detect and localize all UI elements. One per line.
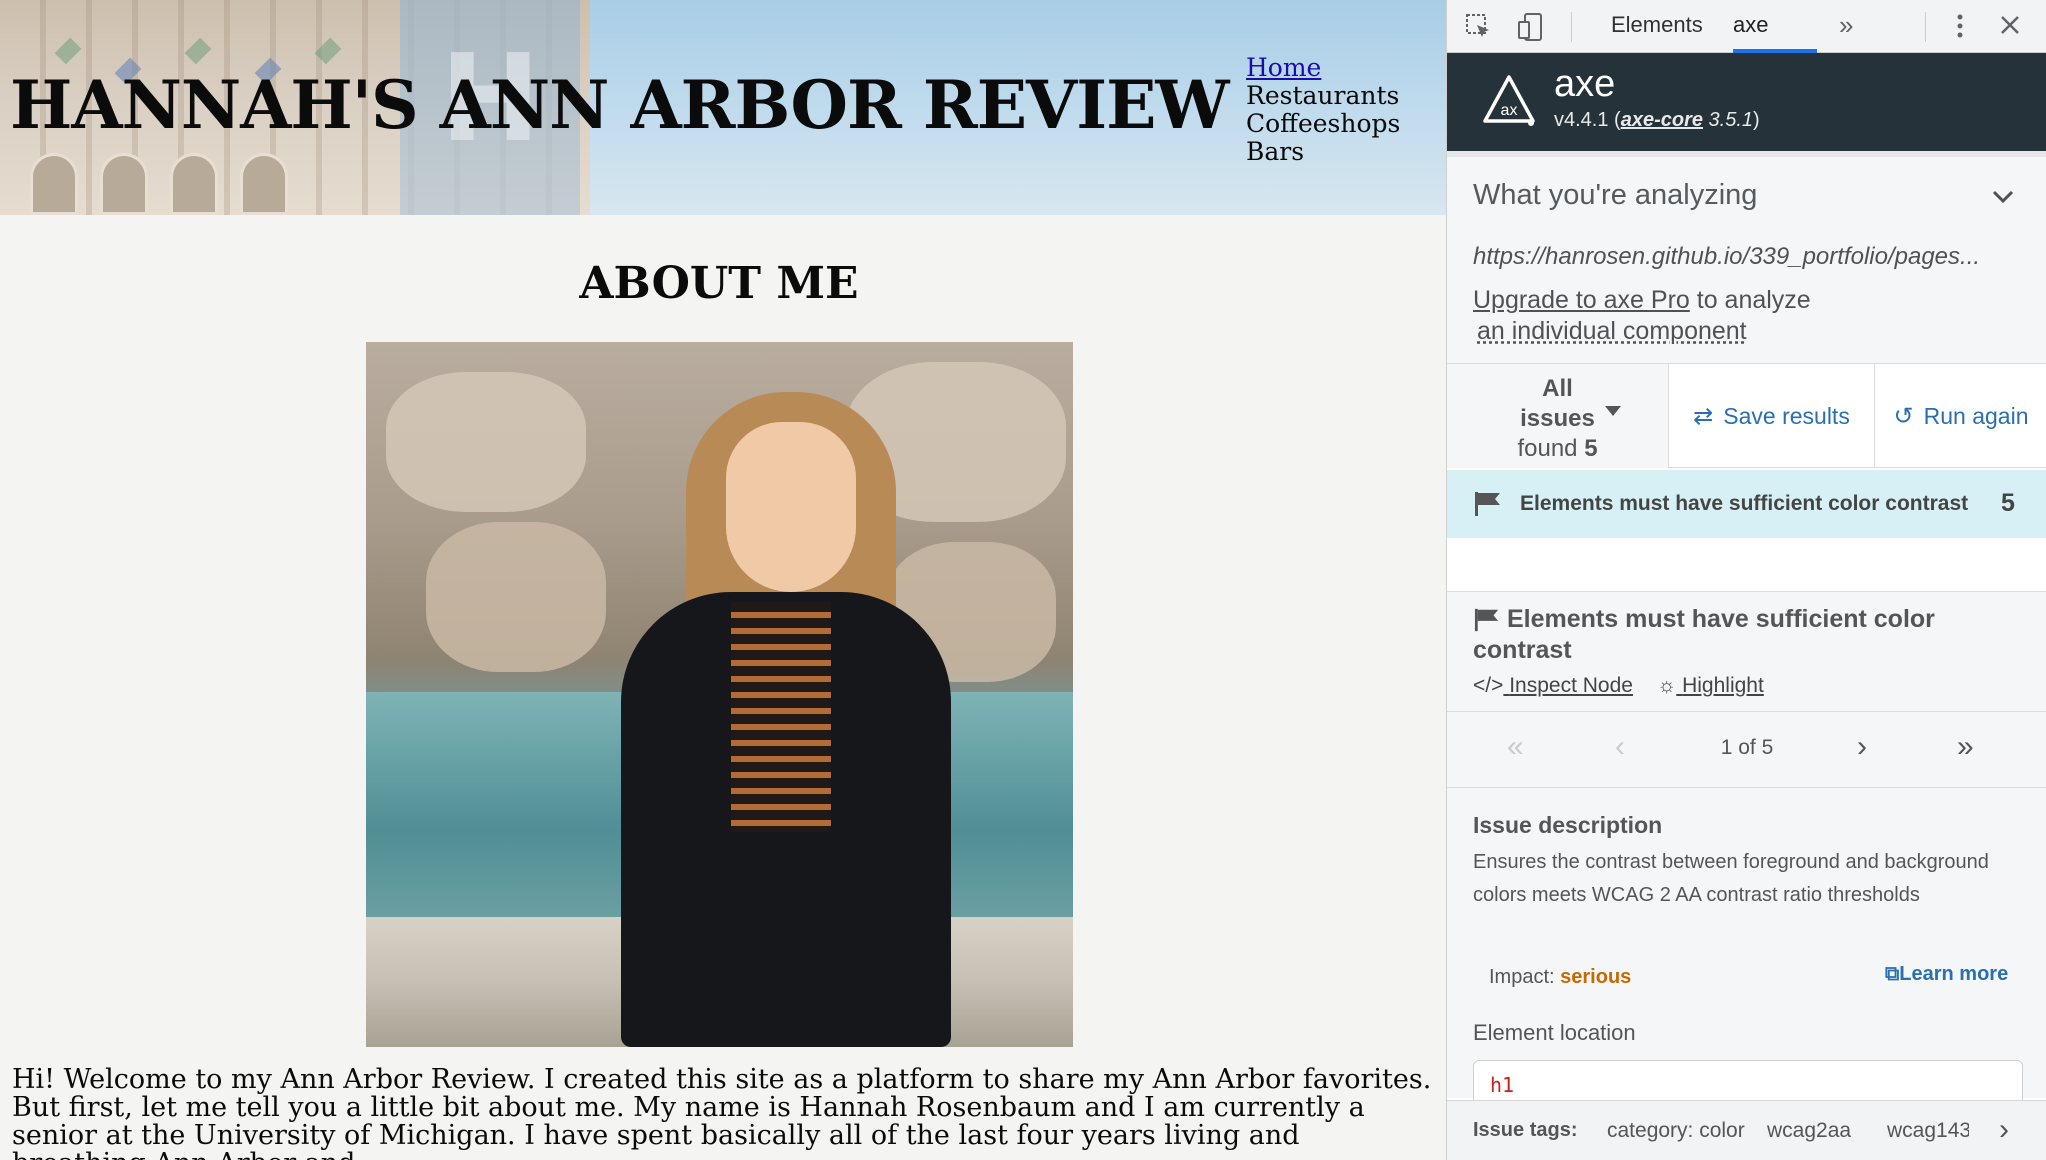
kebab-menu-icon[interactable] [1955, 12, 1965, 44]
nav-link-restaurants[interactable]: Restaurants [1246, 82, 1400, 110]
inspect-node-button[interactable]: </> Inspect Node [1473, 674, 1633, 698]
learn-more-link[interactable]: ⧉Learn more [1885, 963, 2008, 986]
issue-list-item-label: Elements must have sufficient color cont… [1520, 492, 1969, 515]
devtools-toolbar: Elements axe » [1447, 0, 2046, 53]
highlight-button[interactable]: ☼ Highlight [1657, 674, 1764, 698]
last-page-icon[interactable]: » [1957, 732, 1974, 762]
inspect-element-icon[interactable] [1465, 13, 1493, 45]
banner-tile [54, 37, 82, 65]
issue-tags-bar: Issue tags: category: color wcag2aa wcag… [1447, 1100, 2046, 1160]
intro-paragraph: Hi! Welcome to my Ann Arbor Review. I cr… [12, 1064, 1432, 1160]
photo-person-striped-shirt [731, 602, 831, 832]
next-page-icon[interactable]: › [1857, 732, 1867, 762]
axe-logo-icon: ax [1483, 75, 1535, 126]
banner-arch [240, 153, 288, 215]
issue-filter-count: 5 [1584, 435, 1598, 462]
analyzing-section: What you're analyzing https://hanrosen.g… [1447, 151, 2046, 364]
upgrade-prompt-text: to analyze [1696, 286, 1811, 314]
svg-text:ax: ax [1501, 102, 1518, 119]
run-again-button[interactable]: ↺ Run again [1875, 364, 2046, 468]
issue-detail-header: Elements must have sufficient color cont… [1447, 592, 2046, 712]
device-toolbar-icon[interactable] [1517, 12, 1545, 46]
toolbar-divider [1571, 12, 1572, 42]
learn-more-label: Learn more [1899, 963, 2009, 985]
nav-link-coffeeshops[interactable]: Coffeeshops [1246, 110, 1400, 138]
tab-axe[interactable]: axe [1733, 12, 1768, 38]
highlight-icon: ☼ [1657, 674, 1677, 697]
issue-filter-dropdown[interactable]: All issues found 5 [1447, 364, 1669, 468]
photo-person-face [726, 422, 856, 592]
issue-tag: category: color [1607, 1119, 1745, 1142]
photo-rock [426, 522, 606, 672]
banner-arch [30, 153, 78, 215]
nav-link-home[interactable]: Home [1246, 54, 1400, 82]
close-icon[interactable] [1999, 14, 2021, 40]
webpage-viewport: H HANNAH'S ANN ARBOR REVIEW Home Restaur… [0, 0, 1446, 1160]
issue-list-spacer [1447, 538, 2046, 592]
external-link-icon: ⧉ [1885, 963, 1900, 985]
upgrade-prompt: Upgrade to axe Pro to analyze an individ… [1473, 285, 1811, 347]
axe-core-link[interactable]: axe-core [1621, 109, 1703, 131]
banner-arch [170, 153, 218, 215]
impact-label: Impact: [1489, 966, 1555, 988]
nav-link-bars[interactable]: Bars [1246, 138, 1400, 166]
axe-product-name: axe [1554, 63, 1616, 105]
issue-tags-label: Issue tags: [1473, 1119, 1578, 1141]
about-heading: ABOUT ME [579, 258, 859, 309]
caret-down-icon [1605, 406, 1621, 416]
tab-elements[interactable]: Elements [1611, 12, 1703, 38]
axe-core-version: 3.5.1 [1708, 109, 1754, 131]
axe-header: ax axe v4.4.1 (axe-core 3.5.1) [1447, 53, 2046, 151]
element-location-selector: h1 [1490, 1073, 1515, 1097]
issue-description-section: Issue description Ensures the contrast b… [1447, 788, 2046, 1120]
issue-description-text: Ensures the contrast between foreground … [1473, 851, 1989, 906]
element-location-heading: Element location [1473, 1020, 1636, 1045]
highlight-label: Highlight [1682, 674, 1764, 697]
inspect-node-label: Inspect Node [1509, 674, 1633, 697]
swap-arrows-icon: ⇄ [1693, 402, 1714, 430]
more-tabs-icon[interactable]: » [1839, 12, 1853, 38]
code-icon: </> [1473, 674, 1504, 697]
issue-list-item-count: 5 [2001, 489, 2015, 517]
axe-version-number: v4.4.1 [1554, 109, 1609, 131]
flag-icon [1475, 492, 1500, 516]
chevron-down-icon[interactable] [1991, 185, 2015, 209]
save-results-button[interactable]: ⇄ Save results [1669, 364, 1875, 468]
photo-rock [386, 372, 586, 512]
toolbar-divider [1925, 12, 1926, 42]
issue-filter-found: found 5 [1447, 434, 1668, 464]
issue-pager: « ‹ 1 of 5 › » [1447, 712, 2046, 788]
issue-detail-title: Elements must have sufficient color cont… [1473, 605, 1935, 664]
issue-list-item[interactable]: Elements must have sufficient color cont… [1447, 470, 2046, 538]
issue-description-heading: Issue description [1473, 812, 1663, 838]
refresh-icon: ↺ [1893, 402, 1914, 430]
header-banner: H HANNAH'S ANN ARBOR REVIEW Home Restaur… [0, 0, 1446, 215]
issue-filter-label-issues: issues [1520, 405, 1595, 432]
banner-arch [100, 153, 148, 215]
site-nav: Home Restaurants Coffeeshops Bars [1246, 54, 1400, 166]
profile-photo [366, 342, 1073, 1047]
issue-tag: wcag143 [1887, 1119, 1969, 1142]
analyzing-title[interactable]: What you're analyzing [1473, 179, 1757, 212]
impact-row: Impact: serious [1489, 966, 1631, 989]
run-again-label: Run again [1923, 402, 2029, 429]
axe-version: v4.4.1 (axe-core 3.5.1) [1554, 109, 1760, 131]
issue-tag: wcag2aa [1767, 1119, 1852, 1142]
impact-value: serious [1560, 966, 1632, 988]
chevron-right-icon[interactable]: › [1999, 1113, 2009, 1147]
banner-tile [314, 37, 342, 65]
upgrade-axe-pro-link[interactable]: Upgrade to axe Pro [1473, 286, 1690, 314]
site-title: HANNAH'S ANN ARBOR REVIEW [10, 66, 1230, 144]
banner-tile [184, 37, 212, 65]
issue-filter-found-text: found [1517, 435, 1578, 462]
issue-filter-label-all: All [1542, 375, 1573, 402]
results-actions: All issues found 5 ⇄ Save results ↺ Run … [1447, 364, 2046, 468]
devtools-panel: Elements axe » ax axe v4.4.1 (axe-core 3… [1446, 0, 2046, 1160]
save-results-label: Save results [1723, 402, 1850, 429]
individual-component-term[interactable]: an individual component [1477, 316, 1747, 347]
analyzed-url: https://hanrosen.github.io/339_portfolio… [1473, 243, 1981, 270]
